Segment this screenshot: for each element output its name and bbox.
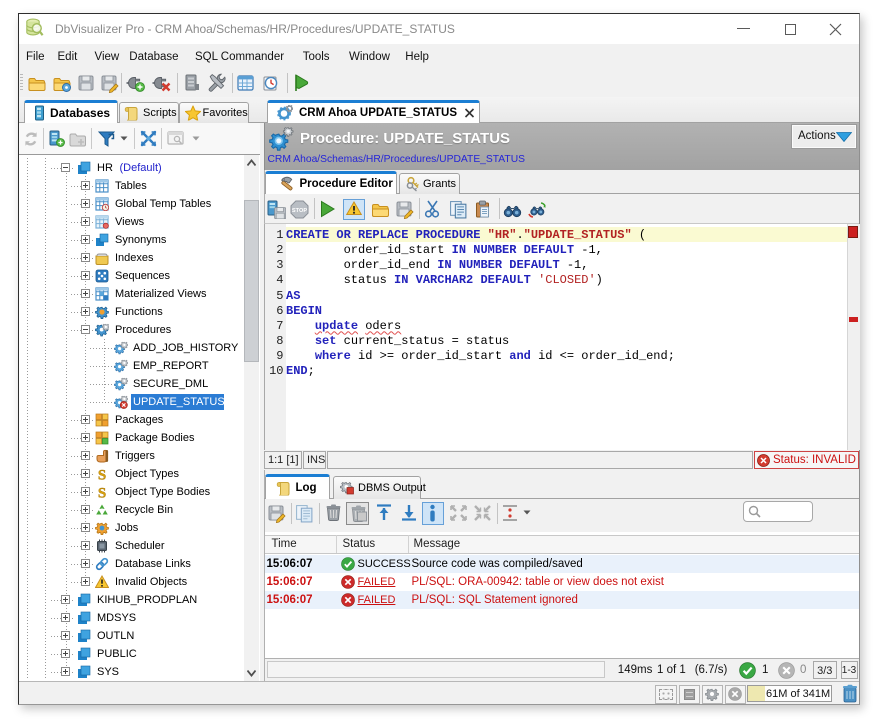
svg-text:STOP: STOP [292,208,307,214]
svg-text:S: S [98,485,106,499]
svg-text:S: S [98,467,106,481]
